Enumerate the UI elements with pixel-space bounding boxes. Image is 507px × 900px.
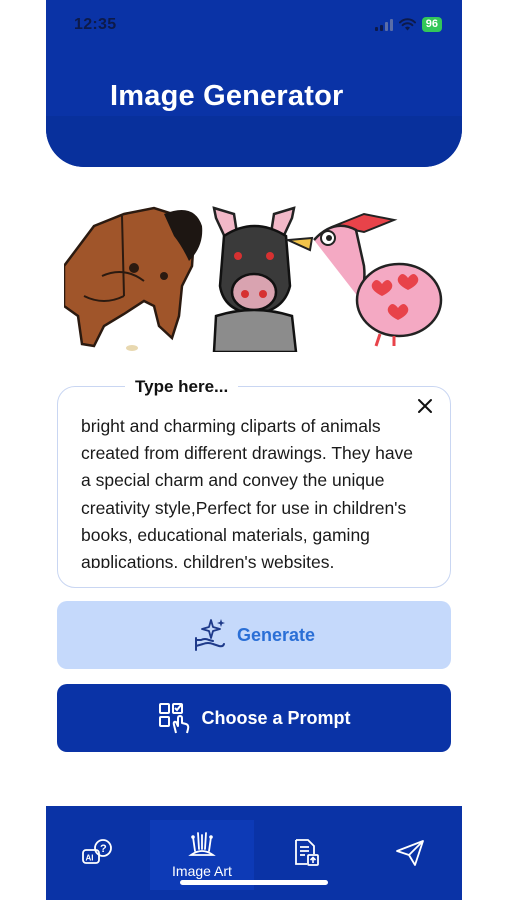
header: 12:35 96 Image Generator — [46, 0, 462, 167]
page-title: Image Generator — [110, 80, 344, 112]
image-art-icon — [188, 832, 216, 856]
generate-label: Generate — [236, 624, 316, 645]
nav-item-document[interactable] — [254, 806, 358, 900]
prompt-text[interactable]: bright and charming cliparts of animals … — [81, 413, 421, 568]
nav-item-ai-help[interactable]: AI ? — [46, 806, 150, 900]
nav-item-send[interactable] — [358, 806, 462, 900]
bird-illustration — [284, 212, 443, 347]
choose-prompt-button[interactable]: Choose a Prompt — [57, 684, 451, 752]
battery-icon: 96 — [421, 17, 442, 32]
ai-help-icon: AI ? — [82, 839, 112, 864]
home-indicator — [180, 880, 328, 885]
sparkle-hand-icon — [194, 619, 225, 651]
status-bar: 12:35 96 — [46, 12, 462, 38]
generate-button[interactable]: Generate — [57, 601, 451, 669]
status-icons: 96 — [374, 17, 442, 32]
svg-text:AI: AI — [86, 854, 94, 863]
prompt-field[interactable]: Type here... bright and charming clipart… — [57, 377, 451, 588]
bottom-nav: AI ? Image Art — [46, 806, 462, 900]
animal-cliparts-illustration — [64, 206, 443, 352]
choose-prompt-label: Choose a Prompt — [201, 707, 351, 728]
status-time: 12:35 — [74, 16, 117, 33]
wifi-icon — [398, 18, 416, 31]
app-screen: 12:35 96 Image Generator Type here... br… — [46, 0, 462, 900]
prompt-legend: Type here... — [125, 377, 239, 397]
grid-select-icon — [159, 703, 190, 734]
signal-icon — [374, 18, 393, 31]
header-shade — [46, 116, 462, 167]
nav-label-image-art: Image Art — [172, 863, 232, 879]
horse-illustration — [64, 206, 203, 351]
donkey-illustration — [212, 206, 298, 352]
document-upload-icon — [295, 839, 319, 866]
send-icon — [396, 840, 424, 866]
svg-text:?: ? — [100, 843, 107, 855]
